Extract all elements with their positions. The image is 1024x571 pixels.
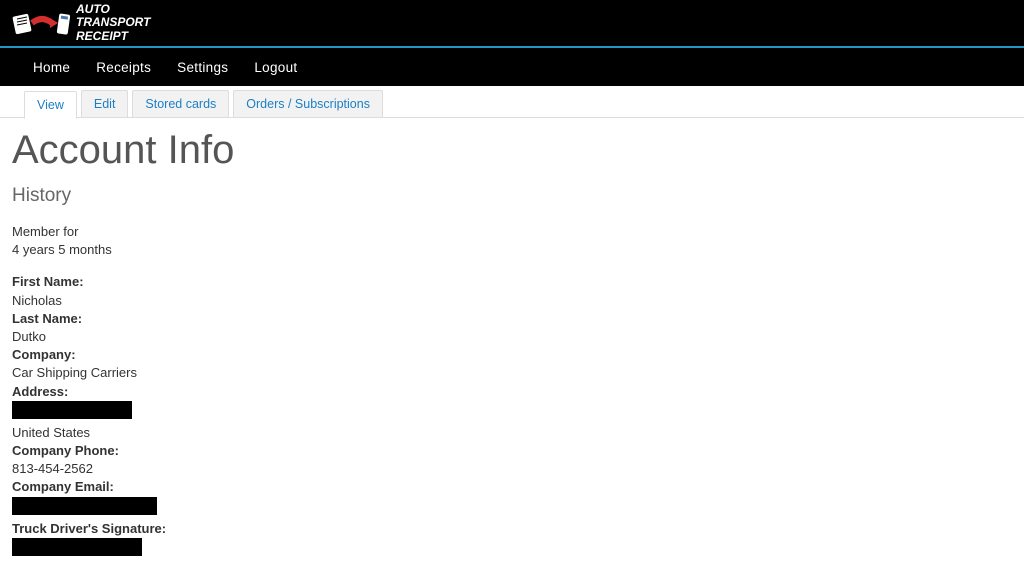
tab-edit[interactable]: Edit xyxy=(81,90,129,117)
first-name-label: First Name: xyxy=(12,273,1012,291)
header-bar: AUTO TRANSPORT RECEIPT xyxy=(0,0,1024,48)
page-title: Account Info xyxy=(12,128,1012,173)
nav-receipts[interactable]: Receipts xyxy=(83,60,164,75)
nav-home[interactable]: Home xyxy=(20,60,83,75)
logo-icon xyxy=(12,9,72,37)
company-phone-value: 813-454-2562 xyxy=(12,460,1012,478)
nav-settings[interactable]: Settings xyxy=(164,60,241,75)
logo[interactable]: AUTO TRANSPORT RECEIPT xyxy=(12,3,150,43)
member-for-value: 4 years 5 months xyxy=(12,241,1012,259)
tabs: View Edit Stored cards Orders / Subscrip… xyxy=(0,86,1024,118)
tab-orders[interactable]: Orders / Subscriptions xyxy=(233,90,383,117)
logo-line-3: RECEIPT xyxy=(76,30,150,43)
member-for-label: Member for xyxy=(12,223,1012,241)
first-name-value: Nicholas xyxy=(12,292,1012,310)
country-value: United States xyxy=(12,424,1012,442)
account-details: Member for 4 years 5 months First Name: … xyxy=(12,223,1012,561)
tab-view[interactable]: View xyxy=(24,91,77,119)
signature-label: Truck Driver's Signature: xyxy=(12,520,1012,538)
tab-stored-cards[interactable]: Stored cards xyxy=(132,90,229,117)
last-name-label: Last Name: xyxy=(12,310,1012,328)
company-email-label: Company Email: xyxy=(12,478,1012,496)
company-phone-label: Company Phone: xyxy=(12,442,1012,460)
address-redacted xyxy=(12,401,132,419)
content: Account Info History Member for 4 years … xyxy=(0,118,1024,571)
section-title: History xyxy=(12,185,1012,207)
logo-text: AUTO TRANSPORT RECEIPT xyxy=(76,3,150,43)
address-label: Address: xyxy=(12,383,1012,401)
signature-redacted xyxy=(12,538,142,556)
nav-logout[interactable]: Logout xyxy=(241,60,310,75)
last-name-value: Dutko xyxy=(12,328,1012,346)
logo-line-2: TRANSPORT xyxy=(76,16,150,29)
company-label: Company: xyxy=(12,346,1012,364)
company-value: Car Shipping Carriers xyxy=(12,364,1012,382)
main-nav: Home Receipts Settings Logout xyxy=(0,48,1024,86)
